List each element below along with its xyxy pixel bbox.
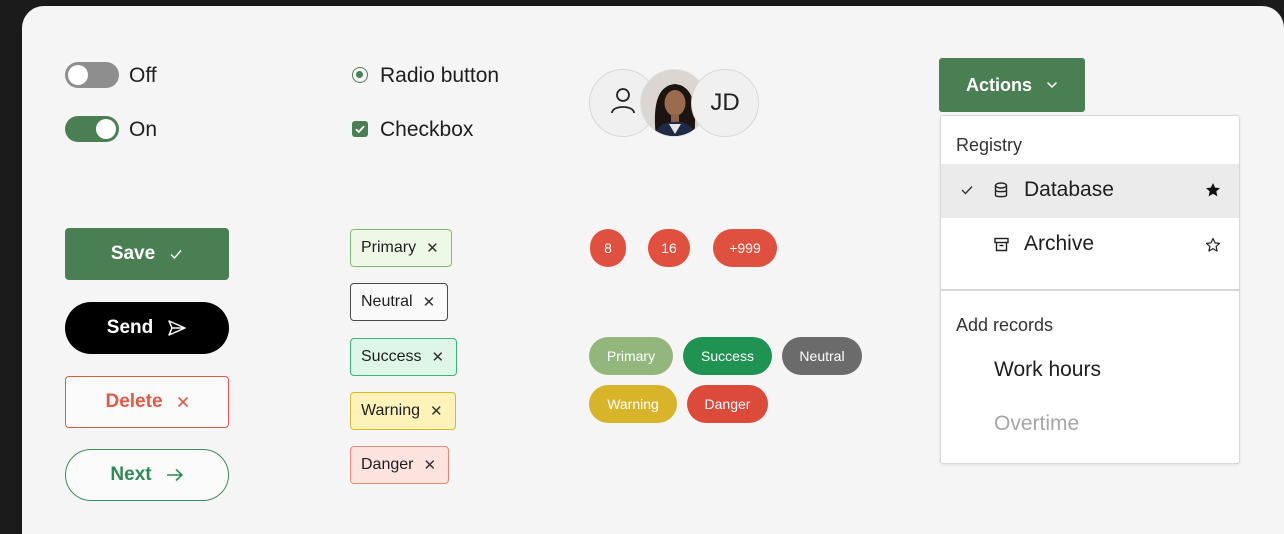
tag-warning: Warning ✕ (350, 392, 456, 430)
toggle-off-label: Off (129, 64, 157, 87)
actions-button-label: Actions (965, 74, 1032, 95)
avatar-initials-text: JD (710, 89, 740, 116)
radio-label: Radio button (380, 64, 500, 87)
close-icon[interactable]: ✕ (430, 402, 443, 420)
tag-label: Danger (361, 456, 414, 473)
actions-dropdown-button[interactable]: Actions (939, 58, 1085, 112)
checkbox-label: Checkbox (380, 118, 474, 141)
arrow-right-icon (166, 468, 183, 482)
menu-item-label: Overtime (994, 412, 1080, 435)
toggle-on-label: On (129, 118, 158, 141)
tag-neutral: Neutral ✕ (350, 283, 449, 321)
chevron-down-icon (1046, 81, 1058, 89)
close-icon[interactable]: ✕ (431, 348, 444, 366)
save-button[interactable]: Save (65, 228, 229, 280)
star-filled-icon[interactable] (1205, 182, 1221, 198)
menu-item-archive[interactable]: Archive (941, 218, 1239, 272)
radio-button[interactable] (352, 67, 368, 83)
avatar-initials[interactable]: JD (691, 69, 759, 137)
check-icon (355, 125, 365, 134)
menu-item-overtime: Overtime (941, 398, 1239, 452)
checkbox[interactable] (352, 121, 368, 137)
check-icon (961, 186, 973, 195)
menu-group-title-registry: Registry (956, 135, 1023, 155)
delete-button[interactable]: Delete (65, 376, 229, 428)
count-badge: 8 (590, 229, 626, 267)
status-pill-warning: Warning (589, 385, 677, 423)
close-icon[interactable]: ✕ (426, 239, 439, 257)
count-badge: +999 (713, 229, 777, 267)
menu-divider (941, 289, 1239, 291)
tag-label: Success (361, 348, 422, 365)
status-pill-danger: Danger (687, 385, 768, 423)
status-pill-primary: Primary (589, 337, 673, 375)
send-icon (168, 320, 186, 336)
send-button[interactable]: Send (65, 302, 229, 354)
tag-label: Primary (361, 239, 417, 256)
tag-success: Success ✕ (350, 338, 458, 376)
close-icon (177, 396, 188, 408)
close-icon[interactable]: ✕ (423, 456, 436, 474)
actions-dropdown-menu: Registry Database Archive Add records Wo… (940, 115, 1240, 464)
tag-label: Neutral (361, 293, 413, 310)
save-button-label: Save (110, 243, 156, 264)
menu-item-work-hours[interactable]: Work hours (941, 344, 1239, 398)
menu-item-database[interactable]: Database (941, 164, 1239, 218)
close-icon[interactable]: ✕ (423, 293, 436, 311)
menu-item-label: Archive (1024, 232, 1095, 255)
toggle-knob (68, 65, 88, 85)
check-icon (170, 250, 182, 260)
menu-item-label: Work hours (994, 358, 1101, 381)
next-button[interactable]: Next (65, 449, 229, 501)
toggle-off[interactable] (65, 62, 119, 88)
toggle-on[interactable] (65, 116, 119, 142)
count-badge: 16 (648, 229, 690, 267)
menu-group-title-add-records: Add records (956, 315, 1054, 335)
status-pill-neutral: Neutral (782, 337, 862, 375)
delete-button-label: Delete (105, 391, 163, 412)
status-pill-success: Success (683, 337, 772, 375)
menu-item-label: Database (1024, 178, 1114, 201)
next-button-label: Next (110, 464, 152, 485)
tag-danger: Danger ✕ (350, 446, 450, 484)
database-icon (994, 182, 1008, 198)
tag-primary: Primary ✕ (350, 229, 452, 267)
send-button-label: Send (106, 317, 154, 338)
star-outline-icon[interactable] (1205, 237, 1221, 253)
toggle-knob (96, 119, 116, 139)
archive-icon (994, 237, 1009, 252)
tag-label: Warning (361, 402, 420, 419)
